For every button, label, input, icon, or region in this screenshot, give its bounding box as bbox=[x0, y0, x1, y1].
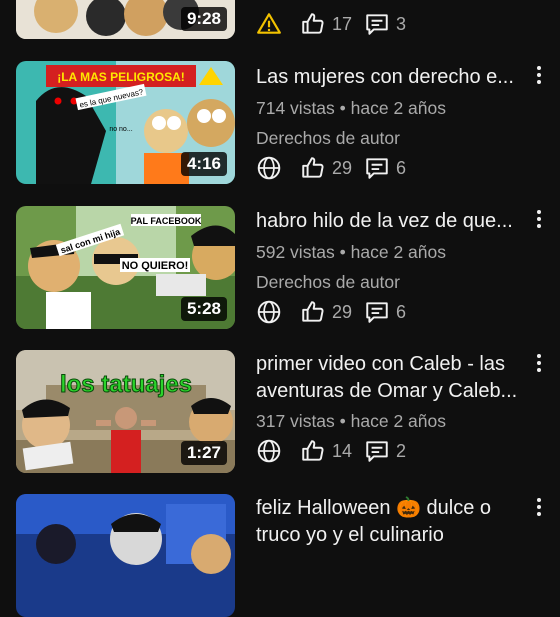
like-count: 17 bbox=[332, 13, 353, 34]
video-stats: 29 6 bbox=[256, 154, 418, 182]
video-title[interactable]: primer video con Caleb - las aventuras d… bbox=[256, 351, 518, 405]
video-duration: 1:27 bbox=[180, 441, 227, 465]
video-stats: 17 3 bbox=[256, 10, 418, 38]
more-options-button[interactable] bbox=[532, 493, 546, 521]
warning-icon bbox=[256, 11, 282, 37]
comment-count: 2 bbox=[396, 440, 407, 461]
video-rights: Derechos de autor bbox=[256, 128, 400, 148]
video-views: 592 vistas • hace 2 años bbox=[256, 242, 446, 262]
globe-icon bbox=[256, 438, 282, 464]
video-duration: 5:28 bbox=[180, 297, 227, 321]
like-count: 14 bbox=[332, 440, 353, 461]
video-thumbnail[interactable]: PAL FACEBOOK sal con mi hija NO QUIERO! … bbox=[16, 206, 235, 329]
video-stats: 14 2 bbox=[256, 437, 418, 465]
video-duration: 4:16 bbox=[180, 152, 227, 176]
video-thumbnail[interactable]: 9:28 bbox=[16, 0, 235, 39]
video-views: 714 vistas • hace 2 años bbox=[256, 98, 446, 118]
comment-icon bbox=[364, 299, 390, 325]
comment-count: 3 bbox=[396, 13, 407, 34]
like-icon bbox=[300, 11, 326, 37]
video-title[interactable]: habro hilo de la vez de que... bbox=[256, 208, 518, 235]
globe-icon bbox=[256, 155, 282, 181]
video-title[interactable]: Las mujeres con derecho e... bbox=[256, 64, 518, 91]
video-duration: 9:28 bbox=[180, 7, 227, 31]
video-stats: 29 6 bbox=[256, 298, 418, 326]
like-count: 29 bbox=[332, 157, 353, 178]
more-options-button[interactable] bbox=[532, 61, 546, 89]
thumb-text: los tatuajes bbox=[60, 371, 192, 398]
like-icon bbox=[300, 155, 326, 181]
video-title[interactable]: feliz Halloween 🎃 dulce o truco yo y el … bbox=[256, 495, 518, 549]
like-icon bbox=[300, 299, 326, 325]
comment-count: 6 bbox=[396, 301, 407, 322]
video-thumbnail[interactable]: ¡LA MAS PELIGROSA! es la que nuevas? no … bbox=[16, 61, 235, 184]
globe-icon bbox=[256, 299, 282, 325]
video-views: 317 vistas • hace 2 años bbox=[256, 411, 446, 431]
comment-icon bbox=[364, 11, 390, 37]
like-icon bbox=[300, 438, 326, 464]
more-options-button[interactable] bbox=[532, 205, 546, 233]
thumb-text: PAL FACEBOOK bbox=[131, 216, 202, 226]
video-thumbnail[interactable]: los tatuajes 1:27 bbox=[16, 350, 235, 473]
thumb-text: no no... bbox=[109, 126, 132, 133]
comment-icon bbox=[364, 155, 390, 181]
like-count: 29 bbox=[332, 301, 353, 322]
more-options-button[interactable] bbox=[532, 349, 546, 377]
video-rights: Derechos de autor bbox=[256, 272, 400, 292]
thumb-text: NO QUIERO! bbox=[122, 260, 189, 272]
thumb-text: ¡LA MAS PELIGROSA! bbox=[57, 70, 185, 84]
comment-count: 6 bbox=[396, 157, 407, 178]
comment-icon bbox=[364, 438, 390, 464]
video-thumbnail[interactable] bbox=[16, 494, 235, 617]
